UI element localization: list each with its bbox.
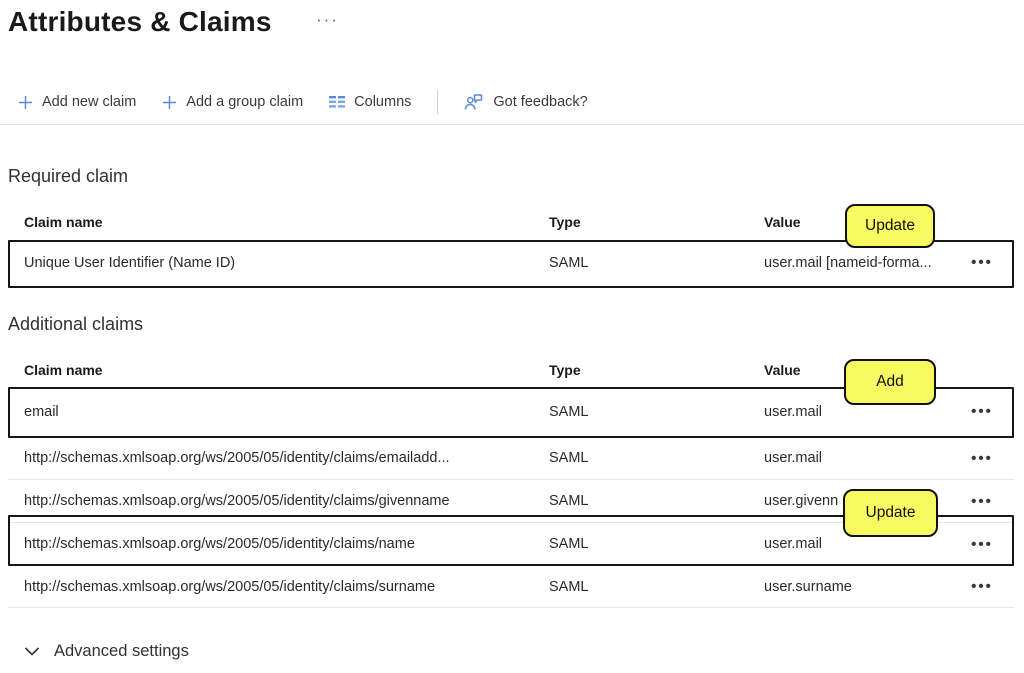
column-header-claim-name: Claim name	[8, 362, 549, 378]
column-header-type: Type	[549, 214, 764, 230]
toolbar-separator	[0, 124, 1024, 125]
claim-name-cell: http://schemas.xmlsoap.org/ws/2005/05/id…	[8, 536, 549, 552]
type-cell: SAML	[549, 450, 764, 466]
advanced-settings-label: Advanced settings	[54, 642, 189, 661]
columns-label: Columns	[354, 94, 411, 110]
attributes-claims-page: Attributes & Claims Add new claim Add a …	[0, 0, 1024, 673]
toolbar-divider	[437, 90, 438, 114]
got-feedback-button[interactable]: Got feedback?	[464, 93, 587, 112]
advanced-settings-toggle[interactable]: Advanced settings	[24, 642, 189, 661]
columns-icon	[329, 95, 345, 109]
claim-name-cell: email	[8, 404, 549, 420]
add-new-claim-label: Add new claim	[42, 94, 136, 110]
feedback-icon	[464, 93, 484, 112]
ellipsis-icon	[971, 537, 993, 552]
page-title: Attributes & Claims	[8, 6, 272, 38]
row-menu-button[interactable]	[950, 386, 1014, 437]
ellipsis-icon	[971, 579, 993, 594]
chevron-down-icon	[24, 646, 40, 657]
type-cell: SAML	[549, 255, 764, 271]
command-bar: Add new claim Add a group claim Columns	[18, 88, 588, 116]
claim-name-cell: http://schemas.xmlsoap.org/ws/2005/05/id…	[8, 579, 549, 595]
column-header-type: Type	[549, 362, 764, 378]
column-header-claim-name: Claim name	[8, 214, 549, 230]
annotation-callout-update-name: Update	[843, 489, 938, 537]
table-row-surname[interactable]: http://schemas.xmlsoap.org/ws/2005/05/id…	[8, 566, 1014, 608]
row-menu-button[interactable]	[950, 437, 1014, 479]
type-cell: SAML	[549, 493, 764, 509]
value-cell: user.mail	[764, 450, 950, 466]
claim-name-cell: Unique User Identifier (Name ID)	[8, 255, 549, 271]
row-menu-button[interactable]	[950, 523, 1014, 565]
claim-name-cell: http://schemas.xmlsoap.org/ws/2005/05/id…	[8, 493, 549, 509]
required-claim-heading: Required claim	[8, 166, 128, 187]
add-group-claim-label: Add a group claim	[186, 94, 303, 110]
got-feedback-label: Got feedback?	[493, 94, 587, 110]
ellipsis-icon	[971, 255, 993, 270]
plus-icon	[18, 95, 33, 110]
claim-name-cell: http://schemas.xmlsoap.org/ws/2005/05/id…	[8, 450, 549, 466]
type-cell: SAML	[549, 404, 764, 420]
plus-icon	[162, 95, 177, 110]
value-cell: user.mail	[764, 404, 950, 420]
table-row-emailaddress[interactable]: http://schemas.xmlsoap.org/ws/2005/05/id…	[8, 437, 1014, 480]
value-cell: user.surname	[764, 579, 950, 595]
additional-claims-heading: Additional claims	[8, 314, 143, 335]
row-menu-button[interactable]	[950, 237, 1014, 288]
ellipsis-icon	[971, 404, 993, 419]
value-cell: user.mail [nameid-forma...	[764, 255, 950, 271]
row-menu-button[interactable]	[950, 480, 1014, 522]
type-cell: SAML	[549, 536, 764, 552]
annotation-callout-add-email: Add	[844, 359, 936, 405]
add-new-claim-button[interactable]: Add new claim	[18, 94, 136, 110]
ellipsis-icon	[971, 451, 993, 466]
annotation-callout-update-required: Update	[845, 204, 935, 248]
value-cell: user.mail	[764, 536, 950, 552]
add-group-claim-button[interactable]: Add a group claim	[162, 94, 303, 110]
type-cell: SAML	[549, 579, 764, 595]
columns-button[interactable]: Columns	[329, 94, 411, 110]
ellipsis-icon	[971, 494, 993, 509]
row-menu-button[interactable]	[950, 566, 1014, 607]
more-menu-icon[interactable]	[316, 10, 339, 30]
